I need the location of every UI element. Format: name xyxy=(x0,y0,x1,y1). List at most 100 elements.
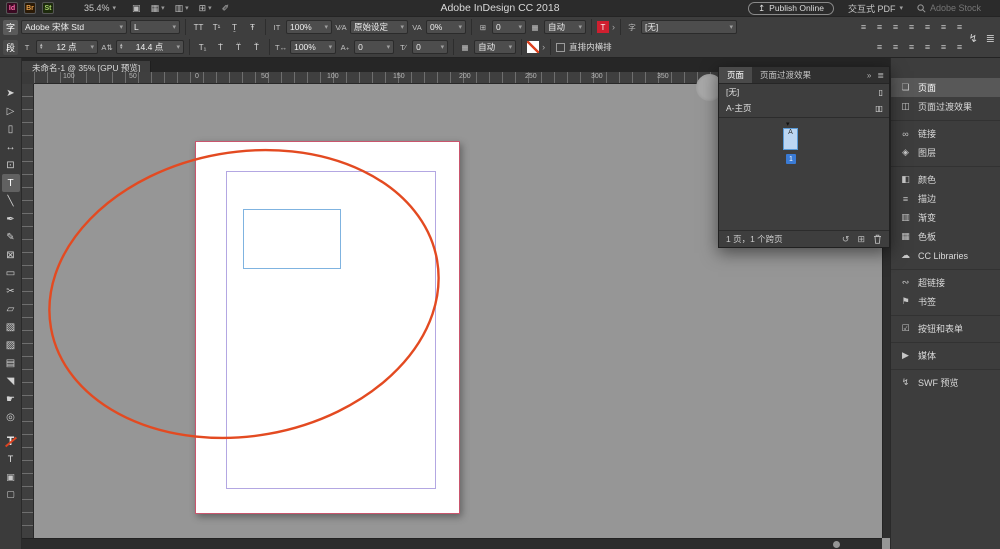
horizontal-scrollbar[interactable] xyxy=(22,538,882,549)
master-none-row[interactable]: [无] ▯ xyxy=(719,84,889,100)
line-tool[interactable]: ╲ xyxy=(2,192,20,210)
page-thumbnail[interactable]: A xyxy=(783,128,798,150)
align-center-icon[interactable]: ≡ xyxy=(873,21,886,34)
character-formatting-toggle[interactable]: 字 xyxy=(3,20,18,35)
rectangle-frame-tool[interactable]: ⊠ xyxy=(2,246,20,264)
hand-tool[interactable]: ☛ xyxy=(2,390,20,408)
indesign-app-icon[interactable]: Id xyxy=(6,2,18,14)
scissors-tool[interactable]: ✂ xyxy=(2,282,20,300)
stepper-icon[interactable]: ▴▾ xyxy=(120,44,123,51)
preview-mode-icon[interactable]: ▣ ▾ xyxy=(132,3,141,14)
space-after-icon[interactable]: ≡ xyxy=(953,41,966,54)
dock-media[interactable]: ▶ 媒体 xyxy=(891,346,1000,365)
eyedropper-tool[interactable]: ◥ xyxy=(2,372,20,390)
collapse-panel-icon[interactable]: » xyxy=(867,71,871,80)
kerning-select[interactable]: 原始设定 ▾ xyxy=(350,20,408,34)
dock-links[interactable]: ∞ 链接 xyxy=(891,124,1000,143)
gyoudori-row2-select[interactable]: 自动 ▾ xyxy=(474,40,516,54)
ruby-icon[interactable]: T̈ xyxy=(231,40,246,54)
justify-right-icon[interactable]: ≡ xyxy=(937,21,950,34)
subscript-icon[interactable]: T₁ xyxy=(195,40,210,54)
paragraph-formatting-toggle[interactable]: 段 xyxy=(3,40,18,55)
pencil-tool[interactable]: ✎ xyxy=(2,228,20,246)
vertical-scale-select[interactable]: 100% ▾ xyxy=(286,20,332,34)
gradient-swatch-tool[interactable]: ▧ xyxy=(2,318,20,336)
ruler-corner[interactable] xyxy=(22,72,34,84)
export-preset-dropdown[interactable]: 交互式 PDF ▾ xyxy=(848,2,903,15)
grid-chars-select[interactable]: 0 ▾ xyxy=(492,20,526,34)
delete-page-icon[interactable] xyxy=(873,234,882,244)
dock-layers[interactable]: ◈ 图层 xyxy=(891,143,1000,162)
indent-left-icon[interactable]: ≡ xyxy=(873,41,886,54)
all-caps-icon[interactable]: TT xyxy=(191,20,206,34)
panel-menu-icon[interactable]: ≣ xyxy=(986,32,995,45)
adobe-stock-search[interactable] xyxy=(917,3,994,13)
dock-page-transitions[interactable]: ◫ 页面过渡效果 xyxy=(891,97,1000,116)
chevron-right-icon[interactable]: › xyxy=(542,42,545,52)
dock-color[interactable]: ◧ 颜色 xyxy=(891,170,1000,189)
dock-cc-libraries[interactable]: ☁ CC Libraries xyxy=(891,246,1000,265)
justify-all-icon[interactable]: ≡ xyxy=(953,21,966,34)
screen-mode-icon[interactable]: ▢ xyxy=(6,489,15,500)
strikethrough-icon[interactable]: Ŧ xyxy=(245,20,260,34)
dock-bookmarks[interactable]: ⚑ 书签 xyxy=(891,292,1000,311)
gradient-feather-tool[interactable]: ▨ xyxy=(2,336,20,354)
content-collector-tool[interactable]: ⊡ xyxy=(2,156,20,174)
font-family-select[interactable]: Adobe 宋体 Std ▾ xyxy=(21,20,127,34)
baseline-shift-select[interactable]: 0 ▾ xyxy=(354,40,394,54)
chevron-right-icon[interactable]: › xyxy=(612,22,615,32)
text-frame[interactable] xyxy=(243,209,341,269)
gyoudori-select[interactable]: 自动 ▾ xyxy=(544,20,586,34)
horizontal-scale-select[interactable]: 100% ▾ xyxy=(290,40,336,54)
underline-icon[interactable]: Ṯ xyxy=(227,20,242,34)
stock-search-input[interactable] xyxy=(930,3,994,13)
character-color-swatch[interactable]: T xyxy=(597,21,609,33)
tab-pages[interactable]: 页面 xyxy=(719,67,752,83)
warichu-icon[interactable]: Ť xyxy=(249,40,264,54)
dock-stroke[interactable]: ≡ 描边 xyxy=(891,189,1000,208)
stylus-icon[interactable]: ✐ ▾ xyxy=(222,3,230,14)
document-page[interactable] xyxy=(195,141,460,514)
stroke-color-none-swatch[interactable] xyxy=(527,41,539,53)
new-page-icon[interactable]: ⊞ xyxy=(857,234,865,245)
align-to-grid-icon[interactable]: ≡ xyxy=(921,41,934,54)
selection-tool[interactable]: ➤ xyxy=(2,84,20,102)
stepper-icon[interactable]: ▴▾ xyxy=(40,44,43,51)
align-left-icon[interactable]: ≡ xyxy=(857,21,870,34)
font-style-select[interactable]: L ▾ xyxy=(130,20,180,34)
note-tool[interactable]: ▤ xyxy=(2,354,20,372)
skew-select[interactable]: 0 ▾ xyxy=(412,40,448,54)
space-before-icon[interactable]: ≡ xyxy=(937,41,950,54)
dock-swf-preview[interactable]: ↯ SWF 预览 xyxy=(891,373,1000,392)
indent-right-icon[interactable]: ≡ xyxy=(905,41,918,54)
dock-pages[interactable]: ❏ 页面 xyxy=(891,78,1000,97)
dock-gradient[interactable]: ▥ 渐变 xyxy=(891,208,1000,227)
screen-mode-icon[interactable]: ▥ ▾ xyxy=(175,3,189,14)
pen-tool[interactable]: ✒ xyxy=(2,210,20,228)
view-options-icon[interactable]: ▦ ▾ xyxy=(151,3,165,14)
scrollbar-thumb[interactable] xyxy=(833,541,840,548)
publish-online-button[interactable]: ↥ Publish Online xyxy=(748,2,834,15)
vertical-ruler[interactable] xyxy=(22,84,34,538)
gap-tool[interactable]: ↔ xyxy=(2,138,20,156)
apply-color-icon[interactable]: ▣ xyxy=(6,472,15,483)
direct-selection-tool[interactable]: ▷ xyxy=(2,102,20,120)
zoom-tool[interactable]: ◎ xyxy=(2,408,20,426)
dock-swatches[interactable]: ▦ 色板 xyxy=(891,227,1000,246)
bridge-app-icon[interactable]: Br xyxy=(24,2,36,14)
page-tool[interactable]: ▯ xyxy=(2,120,20,138)
stock-app-icon[interactable]: St xyxy=(42,2,54,14)
page-number-badge[interactable]: 1 xyxy=(786,154,796,164)
dock-buttons-forms[interactable]: ☑ 按钮和表单 xyxy=(891,319,1000,338)
zoom-level-dropdown[interactable]: 35.4% ▾ xyxy=(84,3,116,13)
superscript-icon[interactable]: T¹ xyxy=(209,20,224,34)
free-transform-tool[interactable]: ▱ xyxy=(2,300,20,318)
panel-menu-icon[interactable]: ≣ xyxy=(877,71,884,80)
rectangle-tool[interactable]: ▭ xyxy=(2,264,20,282)
formatting-affects-text-icon[interactable]: T xyxy=(8,454,14,464)
tracking-select[interactable]: 0% ▾ xyxy=(426,20,466,34)
leading-select[interactable]: ▴▾ 14.4 点 ▾ xyxy=(116,40,184,54)
first-line-indent-icon[interactable]: ≡ xyxy=(889,41,902,54)
font-size-select[interactable]: ▴▾ 12 点 ▾ xyxy=(36,40,98,54)
text-color-none-swatch[interactable]: T xyxy=(3,434,19,448)
